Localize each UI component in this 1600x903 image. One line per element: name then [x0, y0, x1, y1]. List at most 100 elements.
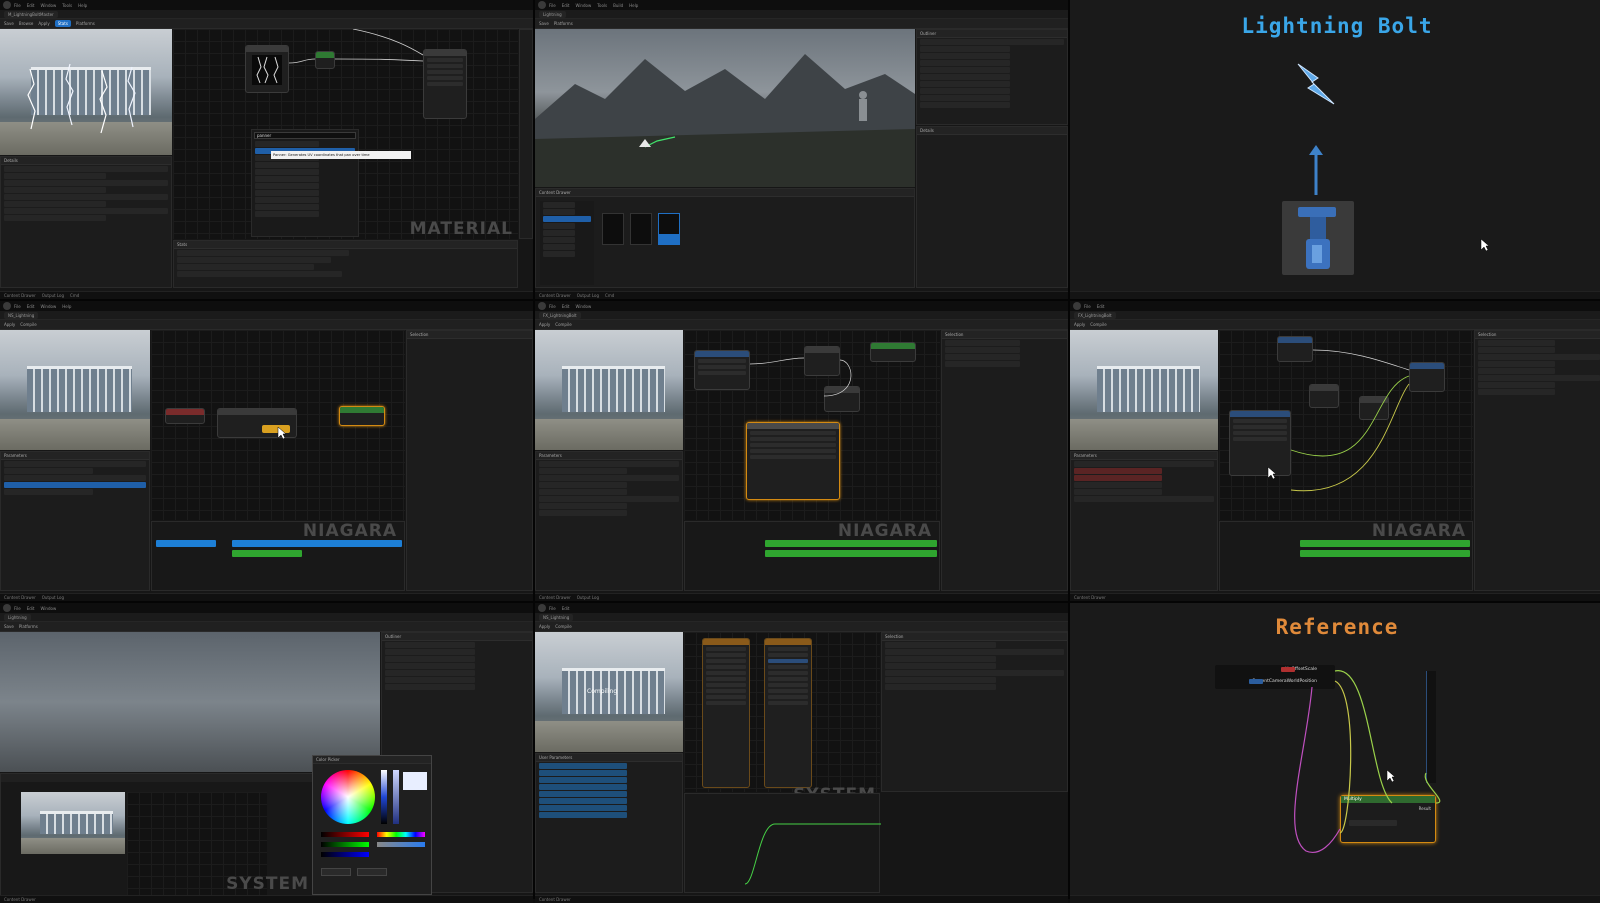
color-wheel[interactable] — [321, 770, 375, 824]
tab-niagara[interactable]: NS_Lightning — [4, 311, 39, 319]
menu-window[interactable]: Window — [40, 304, 56, 309]
menu-help[interactable]: Help — [629, 3, 638, 8]
asset-tile[interactable] — [602, 213, 624, 245]
menu-window[interactable]: Window — [40, 606, 56, 611]
track-label[interactable] — [156, 540, 216, 547]
menu-edit[interactable]: Edit — [1097, 304, 1105, 309]
output-log-button[interactable]: Output Log — [42, 293, 64, 298]
compile-button[interactable]: Compile — [555, 624, 571, 629]
cmd-input[interactable]: Cmd — [70, 293, 79, 298]
asset-tile[interactable] — [630, 213, 652, 245]
apply-button[interactable]: Apply — [4, 322, 15, 327]
hue-slider[interactable] — [377, 832, 425, 837]
niagara-graph[interactable] — [151, 330, 405, 520]
content-drawer-button[interactable]: Content Drawer — [539, 293, 571, 298]
compile-button[interactable]: Compile — [555, 322, 571, 327]
context-search-input[interactable]: panner — [254, 132, 356, 139]
menu-file[interactable]: File — [14, 304, 21, 309]
tab-niagara-bolt[interactable]: FX_LightningBolt — [1074, 311, 1116, 319]
track-bar[interactable] — [1300, 540, 1470, 547]
menu-edit[interactable]: Edit — [27, 606, 35, 611]
niagara-preview-viewport[interactable] — [535, 330, 683, 450]
menu-file[interactable]: File — [549, 304, 556, 309]
menu-build[interactable]: Build — [613, 3, 623, 8]
level-viewport[interactable] — [0, 632, 380, 772]
menu-help[interactable]: Help — [78, 3, 87, 8]
value-slider[interactable] — [381, 770, 387, 824]
tab-level[interactable]: Lightning — [4, 613, 31, 621]
output-log-button[interactable]: Output Log — [577, 293, 599, 298]
platforms-button[interactable]: Platforms — [554, 21, 573, 26]
menu-file[interactable]: File — [549, 606, 556, 611]
tab-material[interactable]: M_LightningBoltMaster — [4, 10, 58, 18]
emitter-stack-1[interactable] — [702, 638, 750, 788]
niagara-graph[interactable] — [1219, 330, 1473, 520]
track-bar[interactable] — [232, 550, 302, 557]
menu-window[interactable]: Window — [40, 3, 56, 8]
cancel-button[interactable] — [357, 868, 387, 876]
menu-window[interactable]: Window — [575, 3, 591, 8]
output-log-button[interactable]: Output Log — [42, 595, 64, 600]
b-slider[interactable] — [321, 852, 369, 857]
compile-button[interactable]: Compile — [20, 322, 36, 327]
track-bar[interactable] — [765, 550, 937, 557]
material-graph[interactable]: panner Panner: Generates UV coordinates … — [173, 29, 518, 239]
menu-file[interactable]: File — [1084, 304, 1091, 309]
tab-level[interactable]: Lightning — [539, 10, 566, 18]
apply-button[interactable]: Apply — [539, 624, 550, 629]
asset-tile-selected[interactable] — [658, 213, 680, 245]
content-drawer-button[interactable]: Content Drawer — [539, 595, 571, 600]
niagara-preview-viewport[interactable] — [0, 330, 150, 450]
menu-file[interactable]: File — [549, 3, 556, 8]
menu-edit[interactable]: Edit — [27, 3, 35, 8]
compile-button[interactable]: Compile — [1090, 322, 1106, 327]
menu-edit[interactable]: Edit — [562, 3, 570, 8]
cmd-input[interactable]: Cmd — [605, 293, 614, 298]
system-overview-graph[interactable] — [684, 632, 880, 792]
sat-slider[interactable] — [377, 842, 425, 847]
output-log-button[interactable]: Output Log — [577, 595, 599, 600]
niagara-preview-viewport[interactable] — [1070, 330, 1218, 450]
nested-preview[interactable] — [21, 792, 125, 854]
module-node[interactable] — [165, 408, 205, 424]
output-node[interactable] — [339, 406, 385, 426]
niagara-preview-viewport[interactable]: Compiling — [535, 632, 683, 752]
color-picker-dialog[interactable]: Color Picker — [312, 755, 432, 895]
track-bar[interactable] — [765, 540, 937, 547]
content-drawer-button[interactable]: Content Drawer — [1074, 595, 1106, 600]
track-bar[interactable] — [232, 540, 402, 547]
save-button[interactable]: Save — [4, 624, 14, 629]
browse-button[interactable]: Browse — [19, 21, 34, 26]
menu-file[interactable]: File — [14, 3, 21, 8]
menu-file[interactable]: File — [14, 606, 21, 611]
save-button[interactable]: Save — [539, 21, 549, 26]
context-menu[interactable]: panner — [251, 129, 359, 237]
platforms-button[interactable]: Platforms — [19, 624, 38, 629]
stats-button[interactable]: Stats — [54, 20, 71, 27]
apply-button[interactable]: Apply — [38, 21, 49, 26]
track-bar[interactable] — [1300, 550, 1470, 557]
menu-tools[interactable]: Tools — [62, 3, 72, 8]
platforms-button[interactable]: Platforms — [76, 21, 95, 26]
tab-niagara[interactable]: NS_Lightning — [539, 613, 574, 621]
menu-edit[interactable]: Edit — [27, 304, 35, 309]
g-slider[interactable] — [321, 842, 369, 847]
r-slider[interactable] — [321, 832, 369, 837]
folder-tree[interactable] — [540, 201, 594, 285]
content-drawer-button[interactable]: Content Drawer — [4, 293, 36, 298]
material-preview-viewport[interactable] — [0, 29, 172, 155]
curve-editor[interactable] — [684, 793, 881, 893]
saturation-slider[interactable] — [393, 770, 399, 824]
tab-niagara-bolt[interactable]: FX_LightningBolt — [539, 311, 581, 319]
content-drawer-button[interactable]: Content Drawer — [4, 897, 36, 902]
menu-edit[interactable]: Edit — [562, 606, 570, 611]
apply-button[interactable]: Apply — [1074, 322, 1085, 327]
content-drawer-button[interactable]: Content Drawer — [539, 897, 571, 902]
menu-help[interactable]: Help — [62, 304, 71, 309]
emitter-stack-2[interactable] — [764, 638, 812, 788]
content-drawer-button[interactable]: Content Drawer — [4, 595, 36, 600]
menu-window[interactable]: Window — [575, 304, 591, 309]
apply-button[interactable]: Apply — [539, 322, 550, 327]
menu-tools[interactable]: Tools — [597, 3, 607, 8]
level-viewport[interactable] — [535, 29, 915, 187]
